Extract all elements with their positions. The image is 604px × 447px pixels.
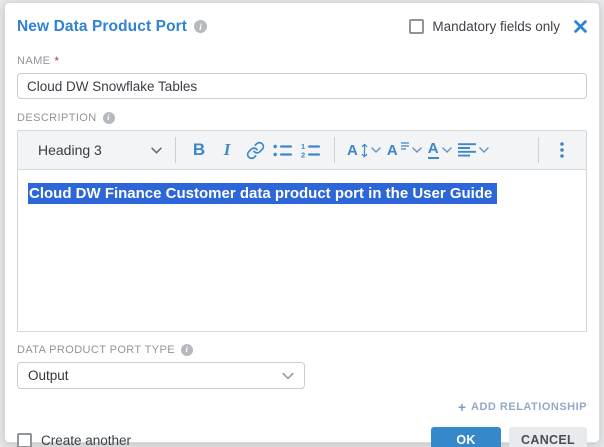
close-icon xyxy=(574,20,587,33)
port-type-field-group: DATA PRODUCT PORT TYPE i Output xyxy=(17,343,587,389)
port-type-label: DATA PRODUCT PORT TYPE xyxy=(17,344,175,356)
create-another-label: Create another xyxy=(41,433,131,447)
font-size-button[interactable]: A xyxy=(344,135,384,165)
footer-buttons: OK CANCEL xyxy=(431,427,587,447)
close-button[interactable] xyxy=(574,20,587,33)
add-relationship-link[interactable]: + ADD RELATIONSHIP xyxy=(17,400,587,414)
toolbar-divider xyxy=(334,137,335,163)
bulleted-list-icon xyxy=(273,143,293,158)
mandatory-fields-label[interactable]: Mandatory fields only xyxy=(432,19,560,34)
kebab-menu-icon xyxy=(560,142,564,158)
dialog-title: New Data Product Port xyxy=(17,18,187,36)
toolbar-divider xyxy=(538,137,539,163)
plus-icon: + xyxy=(458,400,466,414)
bulleted-list-button[interactable] xyxy=(269,135,297,165)
add-relationship-label: ADD RELATIONSHIP xyxy=(471,401,587,413)
required-asterisk: * xyxy=(54,54,59,68)
numbered-list-button[interactable]: 12 xyxy=(297,135,325,165)
mandatory-fields-checkbox[interactable] xyxy=(409,19,424,34)
chevron-down-icon xyxy=(412,147,422,153)
insert-link-button[interactable] xyxy=(241,135,269,165)
port-type-value: Output xyxy=(28,368,69,383)
svg-text:2: 2 xyxy=(301,150,305,158)
dialog-header: New Data Product Port i Mandatory fields… xyxy=(17,16,587,37)
ok-button[interactable]: OK xyxy=(431,427,501,447)
description-label-row: DESCRIPTION i xyxy=(17,111,587,124)
font-family-icon: A xyxy=(387,142,398,159)
description-info-icon[interactable]: i xyxy=(103,112,115,124)
description-label: DESCRIPTION xyxy=(17,112,97,124)
toolbar-more-button[interactable] xyxy=(548,135,576,165)
new-data-product-port-dialog: New Data Product Port i Mandatory fields… xyxy=(4,2,600,443)
port-type-info-icon[interactable]: i xyxy=(181,344,193,356)
font-family-button[interactable]: A xyxy=(384,135,425,165)
numbered-list-icon: 12 xyxy=(301,143,321,158)
italic-icon: I xyxy=(224,140,231,160)
chevron-down-icon xyxy=(151,147,162,154)
chevron-down-icon xyxy=(442,147,452,153)
port-type-select[interactable]: Output xyxy=(17,362,305,389)
cancel-button[interactable]: CANCEL xyxy=(509,427,587,447)
rich-text-toolbar: Heading 3 B I 12 xyxy=(17,130,587,170)
header-right-controls: Mandatory fields only xyxy=(409,19,587,34)
name-label: NAME xyxy=(17,55,50,67)
bold-icon: B xyxy=(193,140,205,160)
name-field-group: NAME * xyxy=(17,54,587,99)
name-label-row: NAME * xyxy=(17,54,587,67)
description-selected-text: Cloud DW Finance Customer data product p… xyxy=(28,183,497,204)
description-field-group: DESCRIPTION i Heading 3 B I xyxy=(17,111,587,332)
paragraph-style-select[interactable]: Heading 3 xyxy=(28,135,166,165)
font-color-button[interactable]: A xyxy=(425,135,455,165)
italic-button[interactable]: I xyxy=(213,135,241,165)
create-another-group[interactable]: Create another xyxy=(17,433,131,447)
text-lines-icon xyxy=(401,142,409,150)
chevron-down-icon xyxy=(479,147,489,153)
vertical-arrows-icon xyxy=(361,143,368,158)
chevron-down-icon xyxy=(282,372,294,380)
link-icon xyxy=(246,141,265,160)
create-another-checkbox[interactable] xyxy=(17,433,32,447)
bold-button[interactable]: B xyxy=(185,135,213,165)
align-left-icon xyxy=(458,143,476,157)
title-info-icon[interactable]: i xyxy=(194,20,207,33)
name-input[interactable] xyxy=(17,73,587,99)
chevron-down-icon xyxy=(371,147,381,153)
toolbar-divider xyxy=(175,137,176,163)
font-color-icon: A xyxy=(428,141,439,159)
description-editor[interactable]: Cloud DW Finance Customer data product p… xyxy=(17,170,587,332)
toolbar-overflow-group xyxy=(529,135,576,165)
dialog-footer: Create another OK CANCEL xyxy=(17,427,587,447)
font-size-icon: A xyxy=(347,142,358,159)
port-type-label-row: DATA PRODUCT PORT TYPE i xyxy=(17,343,587,356)
page-background: Updated New Data Product Port i Mandator… xyxy=(0,0,604,447)
text-align-button[interactable] xyxy=(455,135,492,165)
paragraph-style-value: Heading 3 xyxy=(38,142,102,158)
